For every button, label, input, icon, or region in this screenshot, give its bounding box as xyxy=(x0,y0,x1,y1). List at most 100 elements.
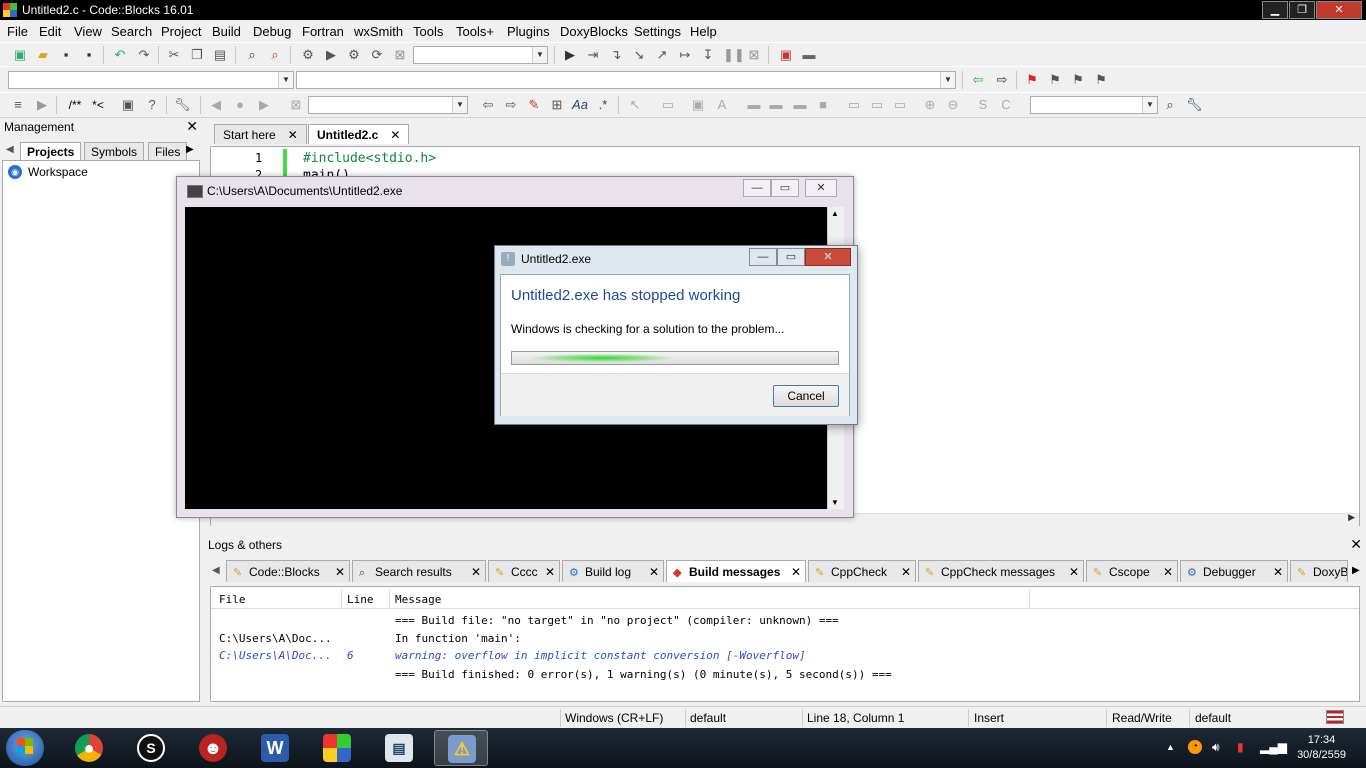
debug-info-icon[interactable]: ▣ xyxy=(778,47,794,63)
run-icon[interactable]: ▶ xyxy=(323,47,339,63)
tab-files[interactable]: Files xyxy=(148,142,188,160)
clear-bookmarks-icon[interactable]: ⚑ xyxy=(1093,72,1109,88)
pointer-icon[interactable]: ↖ xyxy=(627,97,643,113)
scope-select[interactable]: ▼ xyxy=(8,71,294,89)
regex-icon[interactable]: .* xyxy=(595,97,611,113)
function-select[interactable]: ▼ xyxy=(296,71,956,89)
build-target-select[interactable]: ▼ xyxy=(413,46,548,64)
uncomment-icon[interactable]: ▶ xyxy=(34,97,50,113)
next-bookmark-icon[interactable]: ⚑ xyxy=(1070,72,1086,88)
menu-doxyblocks[interactable]: DoxyBlocks xyxy=(560,24,628,39)
management-close-icon[interactable]: ✕ xyxy=(186,118,198,135)
symbol-settings-icon[interactable]: 🔧︎ xyxy=(1186,97,1203,113)
breakpoint-icon[interactable]: ● xyxy=(232,97,248,113)
menu-help[interactable]: Help xyxy=(690,24,717,39)
tab-close-icon[interactable]: ✕ xyxy=(390,128,400,142)
menu-edit[interactable]: Edit xyxy=(39,24,61,39)
step-instruction-icon[interactable]: ↧ xyxy=(700,47,716,63)
doxy-inline-comment-button[interactable]: *< xyxy=(88,97,108,113)
step-out-icon[interactable]: ↗ xyxy=(654,47,670,63)
scroll-right-icon[interactable]: ▶ xyxy=(1348,512,1355,523)
error-dialog[interactable]: ! Untitled2.exe — ▭ ✕ Untitled2.exe has … xyxy=(494,245,858,425)
log-tab-build-messages[interactable]: ◆ Build messages ✕ xyxy=(666,560,806,582)
open-folder-icon[interactable]: ▰ xyxy=(35,47,51,63)
taskbar-word[interactable]: W xyxy=(248,730,302,766)
log-tab-search-results[interactable]: ⌕ Search results ✕ xyxy=(352,560,486,582)
column-header-line[interactable]: Line xyxy=(347,593,374,606)
logs-scroll-left-icon[interactable]: ◀ xyxy=(212,565,220,576)
taskbar-console[interactable]: ▤ xyxy=(372,730,426,766)
symbol-search-input[interactable]: ▼ xyxy=(1030,96,1158,114)
taskbar-error-report[interactable]: ⚠ xyxy=(434,730,488,766)
wx-align1-icon[interactable]: ▭ xyxy=(846,97,862,113)
clear-search-icon[interactable]: ⊠ xyxy=(288,97,304,113)
step-into-icon[interactable]: ↘ xyxy=(631,47,647,63)
search-prev-icon[interactable]: ⇦ xyxy=(480,97,496,113)
console-restore-button[interactable]: ▭ xyxy=(771,179,799,197)
dialog-restore-button[interactable]: ▭ xyxy=(777,248,805,266)
symbol-c-icon[interactable]: C xyxy=(998,97,1014,113)
log-tab-debugger[interactable]: ⚙ Debugger ✕ xyxy=(1180,560,1288,582)
taskbar-chrome[interactable]: ● xyxy=(62,730,116,766)
tray-expand-icon[interactable]: ▲ xyxy=(1166,742,1175,752)
log-tab-cppcheck-messages[interactable]: ✎ CppCheck messages ✕ xyxy=(918,560,1084,582)
next-instruction-icon[interactable]: ↦ xyxy=(677,47,693,63)
build-run-icon[interactable]: ⚙ xyxy=(346,47,362,63)
menu-settings[interactable]: Settings xyxy=(634,24,681,39)
doxy-comment-button[interactable]: /** xyxy=(64,97,86,113)
wx-align3-icon[interactable]: ▭ xyxy=(892,97,908,113)
tab-untitled2[interactable]: Untitled2.c ✕ xyxy=(308,124,410,144)
scroll-up-icon[interactable]: ▲ xyxy=(831,209,839,218)
volume-icon[interactable]: 🔊︎ xyxy=(1212,740,1220,755)
taskbar-app2[interactable]: S xyxy=(124,730,178,766)
taskbar-app3[interactable]: ☻ xyxy=(186,730,240,766)
run-to-cursor-icon[interactable]: ⇥ xyxy=(585,47,601,63)
prev-bookmark-icon[interactable]: ⚑ xyxy=(1047,72,1063,88)
next-line-icon[interactable]: ↴ xyxy=(608,47,624,63)
workspace-item[interactable]: Workspace xyxy=(28,165,88,179)
next-breakpoint-icon[interactable]: ▶ xyxy=(256,97,272,113)
menu-view[interactable]: View xyxy=(74,24,102,39)
symbol-find-icon[interactable]: ⌕ xyxy=(1162,97,1178,113)
column-header-message[interactable]: Message xyxy=(395,593,441,606)
console-close-button[interactable]: ✕ xyxy=(805,179,837,197)
column-header-file[interactable]: File xyxy=(219,593,246,606)
menu-file[interactable]: File xyxy=(7,24,28,39)
log-tab-cccc[interactable]: ✎ Cccc ✕ xyxy=(488,560,560,582)
debug-start-icon[interactable]: ▶ xyxy=(562,47,578,63)
jump-forward-icon[interactable]: ⇨ xyxy=(994,72,1010,88)
clock[interactable]: 17:34 30/8/2559 xyxy=(1297,734,1346,761)
restore-button[interactable]: ❐ xyxy=(1289,1,1315,19)
minimize-button[interactable]: ▁ xyxy=(1262,1,1288,19)
dialog-close-button[interactable]: ✕ xyxy=(805,248,851,266)
search-next-icon[interactable]: ⇨ xyxy=(503,97,519,113)
doxy-help-icon[interactable]: ? xyxy=(144,97,160,113)
power-icon[interactable]: ▮ xyxy=(1237,740,1244,754)
save-all-icon[interactable]: ▪ xyxy=(81,47,97,63)
menu-build[interactable]: Build xyxy=(212,24,241,39)
start-button[interactable] xyxy=(6,730,44,766)
logs-close-icon[interactable]: ✕ xyxy=(1350,536,1362,553)
wx-sizer3-icon[interactable]: ▬ xyxy=(792,97,808,113)
menu-wxsmith[interactable]: wxSmith xyxy=(354,24,403,39)
abort-icon[interactable]: ⊠ xyxy=(392,47,408,63)
pause-icon[interactable]: ❚❚ xyxy=(723,47,745,63)
incremental-search-input[interactable]: ▼ xyxy=(308,96,468,114)
log-tab-cscope[interactable]: ✎ Cscope ✕ xyxy=(1086,560,1178,582)
logs-scroll-right-icon[interactable]: ▶ xyxy=(1352,565,1360,576)
wx-sizer4-icon[interactable]: ■ xyxy=(815,97,831,113)
tabs-scroll-right-icon[interactable]: ▶ xyxy=(186,144,194,155)
menu-search[interactable]: Search xyxy=(111,24,152,39)
match-case-icon[interactable]: Aa xyxy=(572,97,588,113)
dialog-minimize-button[interactable]: — xyxy=(749,248,777,266)
wx-sizer2-icon[interactable]: ▬ xyxy=(768,97,784,113)
debug-windows-icon[interactable]: ▬ xyxy=(801,47,817,63)
menu-project[interactable]: Project xyxy=(161,24,201,39)
log-tab-build-log[interactable]: ⚙ Build log ✕ xyxy=(562,560,664,582)
tab-close-icon[interactable]: ✕ xyxy=(288,128,298,142)
undo-icon[interactable]: ↶ xyxy=(112,47,128,63)
menu-debug[interactable]: Debug xyxy=(253,24,291,39)
redo-icon[interactable]: ↷ xyxy=(136,47,152,63)
tabs-scroll-left-icon[interactable]: ◀ xyxy=(6,144,14,155)
comment-block-icon[interactable]: ≡ xyxy=(10,97,26,113)
